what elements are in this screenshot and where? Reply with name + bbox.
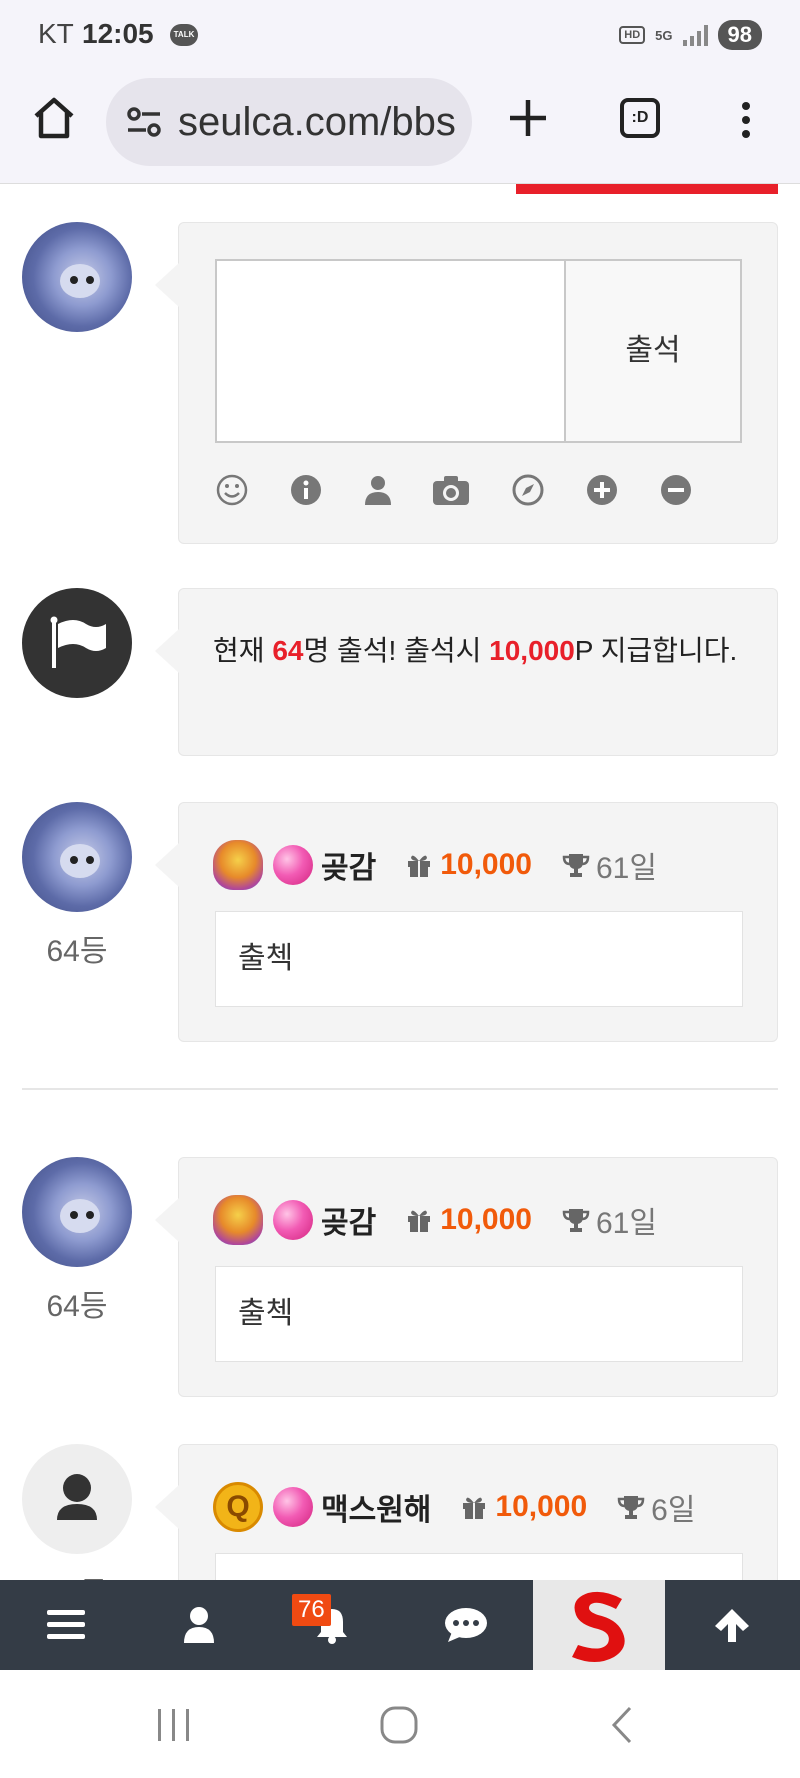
flag-icon (50, 616, 106, 668)
gift-icon (463, 1497, 486, 1519)
user-icon (184, 1607, 214, 1643)
nickname[interactable]: 곶감 (321, 1198, 376, 1242)
battery-indicator: 98 (717, 20, 762, 50)
level-badge-icon (213, 1195, 263, 1245)
level-badge-icon: Q (213, 1482, 263, 1532)
member-ball-icon (273, 1200, 313, 1240)
attendance-days: 6일 (651, 1494, 696, 1527)
status-icons: HD 5G 98 (619, 20, 762, 50)
nickname[interactable]: 맥스원해 (321, 1485, 431, 1529)
points-value: 10,000 (495, 1490, 588, 1523)
gift-icon (408, 855, 431, 877)
clock: 12:05 (82, 18, 154, 49)
active-tab-indicator (516, 184, 778, 194)
default-user-icon (57, 1474, 97, 1520)
home-icon[interactable] (30, 94, 78, 142)
hamburger-icon (47, 1610, 85, 1639)
rank-label: 63등 (22, 1568, 132, 1580)
nav-chat-button[interactable] (400, 1580, 532, 1670)
attendance-submit-button[interactable]: 출석 (564, 259, 742, 443)
home-nav-icon[interactable] (380, 1706, 418, 1744)
member-ball-icon (273, 845, 313, 885)
more-menu-icon[interactable] (740, 102, 752, 142)
carrier-label: KT (38, 18, 74, 49)
arrow-up-icon (715, 1609, 749, 1642)
network-type-icon: 5G (655, 27, 673, 43)
comment-body: 출첵 (215, 1266, 743, 1362)
comment-composer: 출석 (155, 222, 778, 544)
site-bottom-nav: 76 (0, 1580, 800, 1670)
system-navigation-bar (0, 1670, 800, 1778)
points-value: 10,000 (440, 1203, 532, 1236)
member-ball-icon (273, 1487, 313, 1527)
attendance-notice-text: 현재 64명 출석! 출석시 10,000P 지급합니다. (213, 635, 738, 666)
attendance-days: 61일 (595, 852, 657, 885)
avatar (22, 802, 132, 912)
avatar (22, 1157, 132, 1267)
attendance-days: 61일 (595, 1207, 657, 1240)
plus-circle-icon[interactable] (585, 473, 619, 507)
status-bar: KT 12:05 TALK HD 5G 98 (0, 0, 800, 72)
trophy-icon (562, 854, 590, 877)
comment-card: 곶감 10,000 61일 출첵 (155, 802, 778, 1042)
kakaotalk-notification-icon: TALK (170, 24, 198, 46)
avatar (22, 222, 132, 332)
notification-count-badge: 76 (292, 1594, 331, 1626)
rank-label: 64등 (46, 1290, 108, 1323)
address-bar[interactable]: seulca.com/bbs (106, 78, 472, 166)
hd-voice-icon: HD (619, 26, 646, 44)
smile-icon[interactable] (215, 473, 249, 507)
points-value: 10,000 (440, 848, 532, 881)
nav-profile-button[interactable] (133, 1580, 265, 1670)
trophy-icon (617, 1496, 645, 1519)
gift-icon (408, 1210, 431, 1232)
compass-icon[interactable] (511, 473, 545, 507)
info-icon[interactable] (289, 473, 323, 507)
trophy-icon (562, 1209, 590, 1232)
attendance-count: 64 (272, 635, 304, 666)
camera-icon[interactable] (431, 473, 471, 507)
nav-menu-button[interactable] (0, 1580, 132, 1670)
signal-icon (682, 24, 708, 46)
comment-header: 곶감 10,000 61일 (213, 837, 657, 893)
url-text: seulca.com/bbs (178, 100, 456, 144)
nickname[interactable]: 곶감 (321, 843, 376, 887)
comment-textarea[interactable] (215, 259, 565, 443)
user-icon[interactable] (361, 473, 395, 507)
attendance-notice: 현재 64명 출석! 출석시 10,000P 지급합니다. (155, 588, 778, 756)
chat-icon (445, 1608, 487, 1642)
new-tab-icon[interactable] (506, 96, 550, 140)
site-settings-icon[interactable] (126, 106, 162, 138)
notice-avatar (22, 588, 132, 698)
minus-circle-icon[interactable] (659, 473, 693, 507)
site-logo-button[interactable] (533, 1580, 665, 1670)
site-logo-icon (572, 1591, 625, 1662)
comment-header: Q 맥스원해 10,000 6일 (213, 1479, 695, 1535)
rank-label: 64등 (46, 935, 108, 968)
nav-notifications-button[interactable] (266, 1580, 398, 1670)
comment-body: 출첵 (215, 911, 743, 1007)
divider (22, 1088, 778, 1090)
level-badge-icon (213, 840, 263, 890)
comment-header: 곶감 10,000 61일 (213, 1192, 657, 1248)
attendance-points: 10,000 (489, 635, 575, 666)
recent-apps-icon[interactable] (156, 1708, 192, 1742)
scroll-top-button[interactable] (666, 1580, 798, 1670)
browser-toolbar: seulca.com/bbs :D (0, 72, 800, 184)
tab-switcher-button[interactable]: :D (620, 98, 660, 138)
avatar (22, 1444, 132, 1554)
comment-card: 곶감 10,000 61일 출첵 (155, 1157, 778, 1397)
back-icon[interactable] (610, 1706, 634, 1744)
